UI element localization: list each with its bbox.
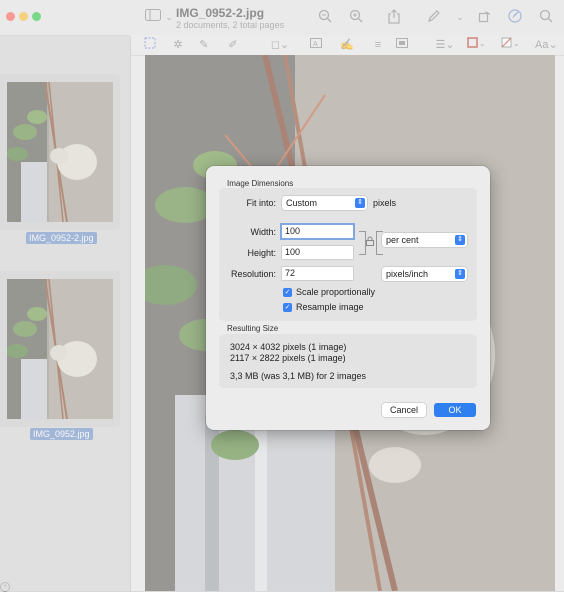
resulting-size-title: Resulting Size [227, 324, 279, 333]
preview-window: ⌄ IMG_0952-2.jpg 2 documents, 2 total pa… [0, 0, 564, 592]
resulting-size-group: 3024 × 4032 pixels (1 image) 2117 × 2822… [219, 334, 477, 388]
size-unit-select[interactable]: per cent ⇕ [382, 233, 467, 247]
scale-proportionally-checkbox[interactable]: ✓ [283, 288, 292, 297]
link-bracket [359, 231, 366, 255]
height-label: Height: [247, 248, 276, 258]
fit-into-unit: pixels [373, 198, 397, 208]
scale-proportionally-label[interactable]: Scale proportionally [296, 287, 375, 297]
resolution-unit-value: pixels/inch [386, 269, 429, 279]
ok-button[interactable]: OK [434, 403, 476, 417]
resolution-unit-select[interactable]: pixels/inch ⇕ [382, 267, 467, 281]
image-dimensions-group: Fit into: Custom ⇕ pixels Width: 100 Hei… [219, 188, 477, 321]
fit-into-value: Custom [286, 198, 318, 208]
up-down-arrows-icon: ⇕ [355, 198, 365, 208]
fit-into-select[interactable]: Custom ⇕ [282, 196, 367, 210]
size-unit-value: per cent [386, 235, 419, 245]
width-field[interactable]: 100 [282, 225, 353, 238]
result-line-1: 3024 × 4032 pixels (1 image) [230, 342, 347, 352]
result-line-3: 3,3 MB (was 3,1 MB) for 2 images [230, 371, 367, 381]
image-dimensions-title: Image Dimensions [227, 179, 294, 188]
image-dimensions-dialog: Image Dimensions Fit into: Custom ⇕ pixe… [206, 166, 490, 430]
result-line-2: 2117 × 2822 pixels (1 image) [230, 353, 346, 363]
up-down-arrows-icon: ⇕ [455, 269, 465, 279]
resample-image-checkbox[interactable]: ✓ [283, 303, 292, 312]
cancel-button[interactable]: Cancel [382, 403, 426, 417]
width-label: Width: [250, 227, 276, 237]
resolution-label: Resolution: [230, 269, 276, 279]
resample-image-label[interactable]: Resample image [296, 302, 364, 312]
resolution-field[interactable]: 72 [282, 267, 353, 280]
fit-into-label: Fit into: [246, 198, 276, 208]
lock-icon[interactable] [366, 236, 374, 248]
height-field[interactable]: 100 [282, 246, 353, 259]
up-down-arrows-icon: ⇕ [455, 235, 465, 245]
